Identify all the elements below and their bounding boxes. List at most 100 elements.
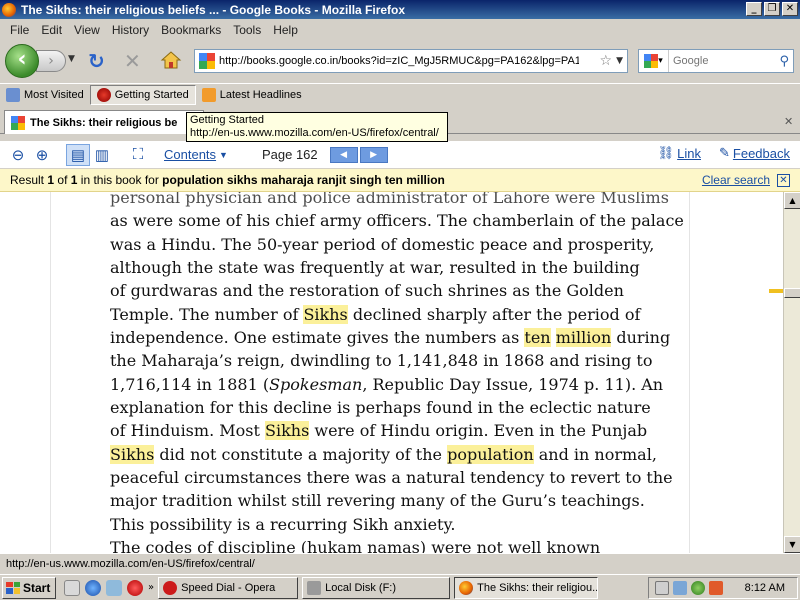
search-hit-marker (769, 289, 783, 293)
bookmark-star-icon[interactable]: ☆ (596, 53, 617, 69)
security-icon[interactable] (691, 581, 705, 595)
link-label: Link (677, 145, 701, 161)
tab-google-books[interactable]: The Sikhs: their religious be (4, 110, 204, 134)
close-result-icon[interactable]: ✕ (777, 174, 790, 187)
minimize-button[interactable]: _ (746, 2, 762, 16)
bookmark-latest-headlines[interactable]: Latest Headlines (196, 85, 308, 105)
show-desktop-icon[interactable] (64, 579, 80, 596)
internet-explorer-icon[interactable] (85, 579, 101, 596)
text-run: 1,716,114 in 1881 ( (110, 374, 270, 394)
system-tray: 8:12 AM (648, 577, 798, 599)
text-run: of Hinduism. Most (110, 421, 265, 441)
task-label: The Sikhs: their religiou... (477, 581, 599, 594)
home-icon[interactable] (160, 49, 182, 71)
book-line: major tradition whilst still revering ma… (110, 489, 666, 512)
book-line: as were some of his chief army officers.… (110, 209, 684, 232)
history-dropdown-icon[interactable]: ▼ (68, 54, 75, 64)
search-highlight: Sikhs (303, 304, 348, 324)
clock: 8:12 AM (744, 582, 785, 594)
scroll-down-icon[interactable]: ▼ (784, 536, 800, 553)
quick-launch: » (64, 579, 154, 596)
feedback-button[interactable]: ✎ Feedback (719, 145, 790, 161)
clear-search-link[interactable]: Clear search (702, 173, 770, 187)
search-result-bar: Result 1 of 1 in this book for populatio… (0, 169, 800, 192)
text-run: independence. One estimate gives the num… (110, 328, 525, 348)
result-prefix: Result (10, 173, 45, 187)
volume-icon[interactable] (655, 581, 669, 595)
two-page-view-icon[interactable]: ▥ (90, 144, 114, 166)
menu-tools[interactable]: Tools (227, 23, 267, 37)
bookmark-getting-started[interactable]: Getting Started (89, 84, 196, 105)
text-run: declined sharply after the period of (347, 304, 641, 324)
reload-icon[interactable]: ↻ (88, 49, 105, 73)
vertical-scrollbar[interactable]: ▲ ▼ (769, 192, 800, 553)
search-box[interactable]: ▾ ⚲ (638, 49, 794, 73)
scroll-up-icon[interactable]: ▲ (784, 192, 800, 209)
restore-button[interactable]: ❐ (764, 2, 780, 16)
previous-page-button[interactable]: ◀ (329, 146, 358, 163)
menu-edit[interactable]: Edit (35, 23, 68, 37)
contents-chevron-icon[interactable]: ▼ (219, 150, 228, 160)
book-line: the Maharaja’s reign, dwindling to 1,141… (110, 349, 666, 372)
url-dropdown-icon[interactable]: ▼ (616, 56, 627, 66)
search-highlight: population (447, 444, 534, 464)
bookmark-most-visited[interactable]: Most Visited (0, 85, 90, 105)
text-run: the Maharaja’s reign, dwindling to 1,141… (110, 351, 653, 371)
window-title: The Sikhs: their religious beliefs ... -… (21, 2, 406, 17)
opera-icon[interactable] (127, 579, 143, 596)
stop-icon[interactable]: ✕ (124, 49, 141, 73)
text-run: This possibility is a recurring Sikh anx… (110, 514, 456, 534)
close-button[interactable]: ✕ (782, 2, 798, 16)
menu-help[interactable]: Help (267, 23, 304, 37)
text-run: of gurdwaras and the restoration of such… (110, 281, 624, 301)
network-tray-icon[interactable] (673, 581, 687, 595)
search-icon[interactable]: ⚲ (779, 54, 793, 69)
result-query: population sikhs maharaja ranjit singh t… (162, 173, 445, 187)
back-button[interactable]: ‹ (5, 44, 39, 78)
network-icon[interactable] (106, 579, 122, 596)
search-engine-icon[interactable]: ▾ (639, 50, 669, 72)
search-input[interactable] (669, 55, 769, 67)
menu-bookmarks[interactable]: Bookmarks (155, 23, 227, 37)
text-run: were of Hindu origin. Even in the Punjab (309, 421, 648, 441)
tooltip-title: Getting Started (190, 114, 264, 126)
task-label: Local Disk (F:) (325, 581, 397, 594)
text-run: as were some of his chief army officers.… (110, 211, 684, 231)
start-button[interactable]: Start (2, 576, 56, 599)
text-run: personal physician and police administra… (110, 192, 669, 207)
text-run: did not constitute a majority of the (154, 444, 448, 464)
book-text: personal physician and police administra… (110, 192, 684, 553)
task-local-disk[interactable]: Local Disk (F:) (302, 576, 451, 599)
book-line: The codes of discipline (hukam namas) we… (110, 536, 666, 553)
quick-launch-chevron-icon[interactable]: » (148, 582, 154, 593)
antivirus-icon[interactable] (709, 581, 723, 595)
scroll-thumb[interactable] (784, 288, 800, 298)
menu-file[interactable]: File (4, 23, 35, 37)
fullscreen-icon[interactable]: ⛶ (126, 144, 150, 166)
text-run (551, 328, 556, 347)
contents-dropdown[interactable]: Contents (164, 147, 216, 162)
bookmark-tooltip: Getting Started http://en-us.www.mozilla… (186, 112, 448, 142)
text-run: during (611, 328, 671, 348)
zoom-out-icon[interactable]: ⊖ (6, 144, 30, 166)
feedback-icon: ✎ (719, 145, 730, 160)
text-run: and in normal, (533, 444, 657, 464)
url-bar[interactable]: http://books.google.co.in/books?id=zIC_M… (194, 49, 628, 73)
menu-bar: File Edit View History Bookmarks Tools H… (0, 20, 800, 40)
next-page-button[interactable]: ▶ (359, 146, 388, 163)
tab-close-icon[interactable]: ✕ (784, 116, 794, 127)
url-text[interactable]: http://books.google.co.in/books?id=zIC_M… (219, 55, 579, 67)
zoom-in-icon[interactable]: ⊕ (30, 144, 54, 166)
task-opera[interactable]: Speed Dial - Opera (158, 576, 299, 599)
tab-label: The Sikhs: their religious be (30, 116, 178, 129)
menu-history[interactable]: History (106, 23, 155, 37)
forward-button[interactable]: › (36, 50, 66, 72)
book-viewer[interactable]: personal physician and police administra… (0, 192, 783, 553)
firefox-task-icon (459, 580, 474, 595)
result-number: 1 (47, 173, 55, 187)
menu-view[interactable]: View (68, 23, 106, 37)
books-toolbar: ⊖ ⊕ ▤ ▥ ⛶ Contents ▼ Page 162 ◀ ▶ ⛓ Link… (0, 141, 800, 168)
one-page-view-icon[interactable]: ▤ (66, 143, 90, 166)
link-button[interactable]: ⛓ Link (658, 145, 701, 161)
task-firefox[interactable]: The Sikhs: their religiou... (454, 576, 599, 599)
